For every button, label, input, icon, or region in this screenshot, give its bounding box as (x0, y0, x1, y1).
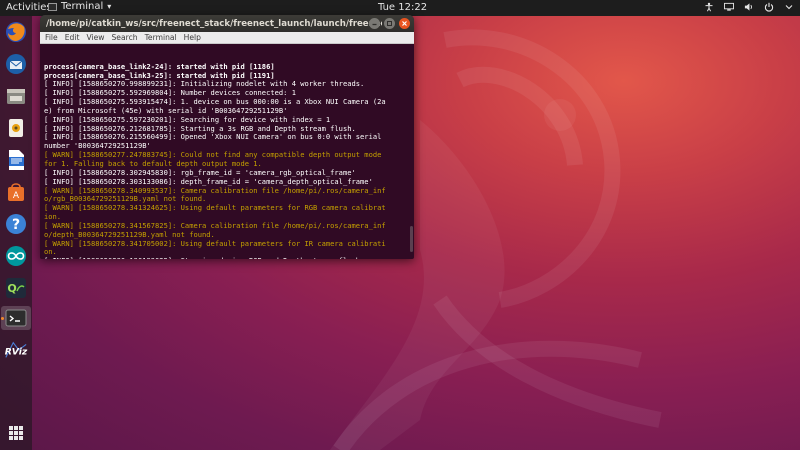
terminal-line: [ WARN] [1588650278.341324625]: Using de… (44, 204, 410, 213)
clock[interactable]: Tue 12:22 (378, 2, 427, 13)
app-menu-label: Terminal (61, 1, 103, 12)
chevron-down-icon: ▾ (107, 2, 111, 11)
rviz-icon[interactable]: RViz (4, 338, 28, 362)
app-menu[interactable]: Terminal ▾ (48, 1, 111, 12)
firefox-icon[interactable] (4, 20, 28, 44)
rhythmbox-icon[interactable] (4, 116, 28, 140)
system-tray[interactable] (704, 2, 794, 12)
power-icon[interactable] (764, 2, 774, 12)
volume-icon[interactable] (744, 2, 754, 12)
network-icon[interactable] (724, 2, 734, 12)
arduino-icon[interactable] (4, 244, 28, 268)
terminal-line: [ INFO] [1588650280.196199625]: Stopping… (44, 257, 410, 259)
terminal-titlebar[interactable]: /home/pi/catkin_ws/src/freenect_stack/fr… (40, 15, 414, 32)
menu-edit[interactable]: Edit (65, 33, 80, 42)
terminal-window[interactable]: /home/pi/catkin_ws/src/freenect_stack/fr… (40, 15, 414, 259)
menu-view[interactable]: View (86, 33, 104, 42)
writer-icon[interactable] (4, 148, 28, 172)
scrollbar-thumb[interactable] (410, 226, 413, 252)
maximize-button[interactable] (384, 18, 395, 29)
close-button[interactable] (399, 18, 410, 29)
files-icon[interactable] (4, 84, 28, 108)
menu-help[interactable]: Help (184, 33, 201, 42)
menu-search[interactable]: Search (111, 33, 137, 42)
svg-text:RViz: RViz (5, 347, 28, 358)
dock: A ? Q RViz (0, 16, 32, 450)
help-icon[interactable]: ? (4, 212, 28, 236)
terminal-output[interactable]: process[camera_base_link2-24]: started w… (40, 44, 414, 259)
ros-icon[interactable]: Q (4, 276, 28, 300)
menu-terminal[interactable]: Terminal (145, 33, 177, 42)
svg-text:Q: Q (7, 282, 16, 295)
show-applications-icon[interactable] (9, 426, 23, 440)
svg-text:?: ? (12, 217, 20, 233)
menu-arrow-icon[interactable] (784, 2, 794, 12)
minimize-button[interactable] (369, 18, 380, 29)
activities-button[interactable]: Activities (6, 2, 52, 13)
svg-text:A: A (13, 191, 20, 201)
software-center-icon[interactable]: A (4, 180, 28, 204)
accessibility-icon[interactable] (704, 2, 714, 12)
top-bar: Activities Terminal ▾ Tue 12:22 (0, 0, 800, 16)
terminal-menubar: File Edit View Search Terminal Help (40, 32, 414, 44)
terminal-line: [ WARN] [1588650278.341705002]: Using de… (44, 240, 410, 249)
terminal-icon[interactable] (4, 306, 28, 330)
window-title: /home/pi/catkin_ws/src/freenect_stack/fr… (46, 19, 382, 29)
thunderbird-icon[interactable] (4, 52, 28, 76)
menu-file[interactable]: File (45, 33, 58, 42)
scrollbar[interactable] (410, 46, 413, 256)
terminal-app-icon (48, 3, 57, 11)
